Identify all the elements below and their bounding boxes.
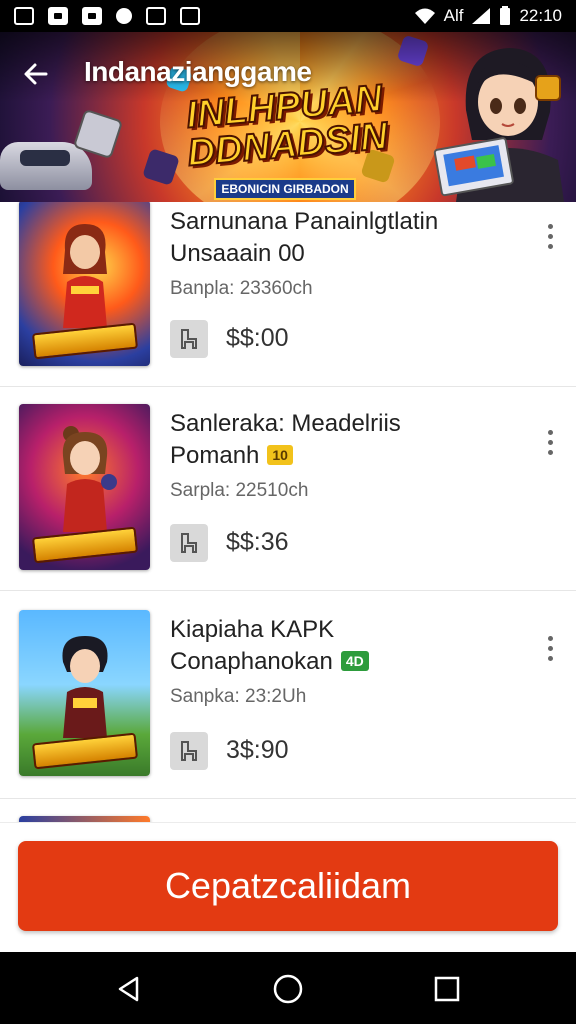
- more-options-button[interactable]: [538, 628, 562, 668]
- item-title-line2: Pomanh: [170, 442, 260, 469]
- item-price: $$:36: [226, 528, 289, 556]
- header-banner: INLHPUAN DDNADSIN EBONICIN GIRBADON Inda…: [0, 32, 576, 202]
- header-title: Indanazianggame: [84, 56, 312, 87]
- banner-car-art: [0, 142, 92, 190]
- chair-icon: [181, 329, 197, 349]
- item-subtitle: Pomanh 10: [170, 440, 293, 472]
- photo-notification-icon: [48, 7, 68, 25]
- banner-character-art: [433, 48, 564, 202]
- item-subtitle: Conaphanokan 4D: [170, 646, 369, 678]
- rating-badge: 4D: [340, 651, 369, 671]
- item-title: Sarnunana Panainlgtlatin: [170, 206, 438, 238]
- character-art: [63, 224, 107, 328]
- list-item[interactable]: Kiapiaha KAPK Conaphanokan 4D Sanpka: 23:…: [0, 610, 576, 795]
- category-icon: [170, 732, 208, 770]
- notification-icons: [14, 7, 200, 25]
- primary-action-button[interactable]: Cepatzcaliidam: [18, 841, 558, 931]
- circle-notification-icon: [116, 8, 132, 24]
- clock: 22:10: [519, 6, 562, 25]
- image-notification-icon: [14, 7, 34, 25]
- item-title-line2: Conaphanokan: [170, 648, 333, 675]
- game-thumbnail[interactable]: [19, 404, 150, 570]
- system-status: Alf 22:10: [414, 6, 562, 26]
- game-thumbnail[interactable]: [19, 610, 150, 776]
- home-circle-icon: [273, 974, 303, 1004]
- nav-home-button[interactable]: [271, 972, 305, 1006]
- item-subtitle: Unsaaain 00: [170, 238, 305, 270]
- game-list[interactable]: Sarnunana Panainlgtlatin Unsaaain 00 Ban…: [0, 202, 576, 822]
- divider: [0, 590, 576, 591]
- item-price: 3$:90: [226, 736, 289, 764]
- item-title-line1: Sanleraka: Meadelriis: [170, 410, 401, 437]
- navigation-bar: [0, 952, 576, 1024]
- list-item[interactable]: Sanleraka: Meadelriis Pomanh 10 Sarpla: 2…: [0, 404, 576, 589]
- status-bar: Alf 22:10: [0, 0, 576, 32]
- item-meta: Sanpka: 23:2Uh: [170, 686, 307, 707]
- item-meta: Banpla: 23360ch: [170, 278, 313, 299]
- back-button[interactable]: [18, 56, 54, 92]
- category-icon: [170, 320, 208, 358]
- item-price: $$:00: [226, 324, 289, 352]
- chair-icon: [181, 533, 197, 553]
- item-title-line1: Kiapiaha KAPK: [170, 616, 335, 643]
- back-arrow-icon: [24, 63, 48, 85]
- more-options-button[interactable]: [538, 422, 562, 462]
- wifi-icon: [414, 8, 435, 24]
- item-title: Kiapiaha KAPK: [170, 614, 334, 646]
- chair-icon: [181, 741, 197, 761]
- bag-notification-icon: [180, 7, 200, 25]
- divider: [0, 386, 576, 387]
- bottom-action-area: Cepatzcaliidam: [0, 822, 576, 952]
- banner-title: INLHPUAN DDNADSIN: [184, 77, 391, 176]
- battery-icon: [500, 6, 511, 25]
- character-art: [62, 636, 108, 738]
- game-thumbnail[interactable]: [19, 202, 150, 366]
- nav-recents-button[interactable]: [430, 972, 464, 1006]
- nav-back-button[interactable]: [112, 972, 146, 1006]
- list-item[interactable]: Sarnunana Panainlgtlatin Unsaaain 00 Ban…: [0, 202, 576, 387]
- more-options-button[interactable]: [538, 216, 562, 256]
- rating-badge: 10: [267, 445, 293, 465]
- category-icon: [170, 524, 208, 562]
- character-art: [62, 426, 117, 532]
- network-label: Alf: [443, 6, 464, 25]
- item-title-line1: Sarnunana Panainlgtlatin: [170, 208, 439, 235]
- item-meta: Sarpla: 22510ch: [170, 480, 309, 501]
- item-title-line2: Unsaaain 00: [170, 240, 305, 267]
- game-notification-icon: [146, 7, 166, 25]
- recents-square-icon: [434, 976, 460, 1002]
- app-notification-icon: [82, 7, 102, 25]
- triangle-back-icon: [118, 976, 139, 1002]
- divider: [0, 798, 576, 799]
- banner-subtitle: EBONICIN GIRBADON: [214, 178, 356, 200]
- signal-icon: [472, 8, 491, 24]
- item-title: Sanleraka: Meadelriis: [170, 408, 401, 440]
